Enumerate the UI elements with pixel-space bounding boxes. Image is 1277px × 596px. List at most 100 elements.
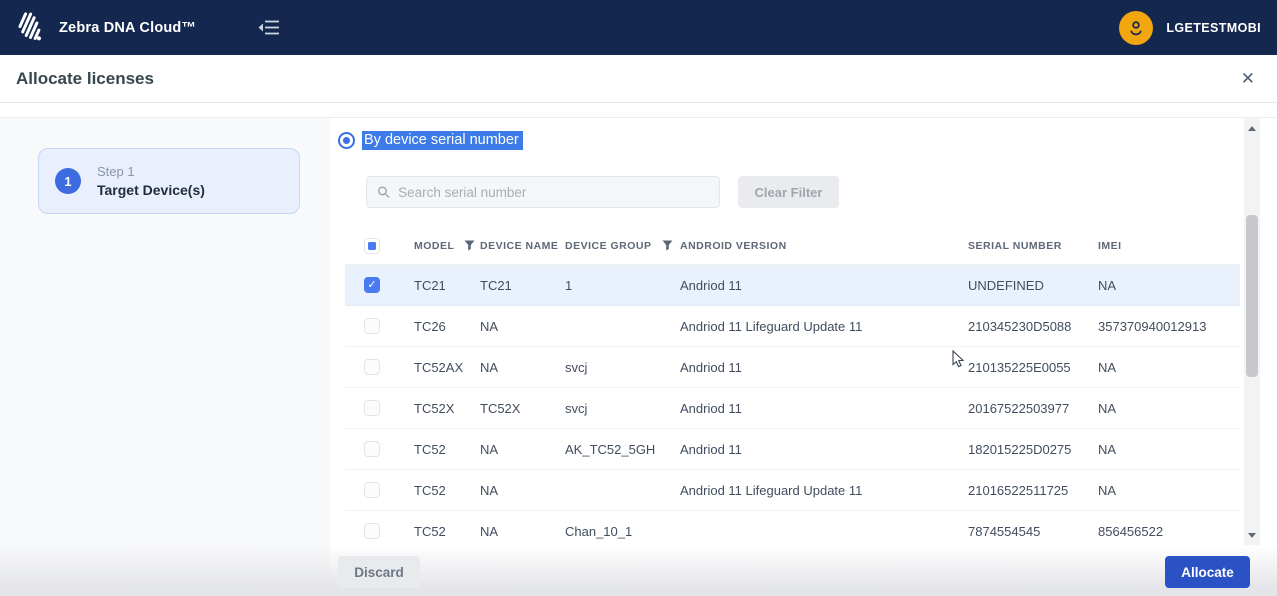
row-checkbox[interactable] <box>345 359 399 375</box>
cell-device-name: NA <box>480 441 499 457</box>
column-header-android-version: ANDROID VERSION <box>680 239 787 252</box>
cell-serial-number: 7874554545 <box>968 523 1041 539</box>
search-icon <box>378 186 390 198</box>
discard-button[interactable]: Discard <box>338 556 420 588</box>
wizard-step-1[interactable]: 1 Step 1 Target Device(s) <box>38 148 300 214</box>
page-title: Allocate licenses <box>16 68 154 88</box>
cell-device-group: 1 <box>565 277 573 293</box>
close-icon[interactable]: ✕ <box>1241 70 1255 87</box>
row-checkbox[interactable] <box>345 482 399 498</box>
cell-device-group: svcj <box>565 400 588 416</box>
row-checkbox-box[interactable] <box>364 400 380 416</box>
cell-imei: NA <box>1098 441 1117 457</box>
cell-device-group: AK_TC52_5GH <box>565 441 656 457</box>
row-checkbox[interactable] <box>345 400 399 416</box>
allocate-button[interactable]: Allocate <box>1165 556 1250 588</box>
cell-imei: NA <box>1098 400 1117 416</box>
device-group-filter-icon[interactable] <box>662 240 673 251</box>
serial-search-box[interactable] <box>366 176 720 208</box>
table-row[interactable]: TC52 NA Andriod 11 Lifeguard Update 11 2101… <box>345 470 1240 511</box>
cell-android-version: Andriod 11 Lifeguard Update 11 <box>680 318 863 334</box>
cell-imei: 856456522 <box>1098 523 1164 539</box>
cell-serial-number: 210345230D5088 <box>968 318 1072 334</box>
table-row[interactable]: TC52AX NA svcj Andriod 11 210135225E0055 NA <box>345 347 1240 388</box>
row-checkbox-box[interactable] <box>364 523 380 539</box>
column-header-serial-number: SERIAL NUMBER <box>968 239 1062 252</box>
cell-serial-number: UNDEFINED <box>968 277 1044 293</box>
cell-device-name: NA <box>480 318 499 334</box>
select-all-checkbox[interactable] <box>364 237 380 254</box>
row-checkbox[interactable] <box>345 441 399 457</box>
cell-model: TC52X <box>414 400 455 416</box>
modal-header: Allocate licenses ✕ <box>0 55 1277 103</box>
radio-label: By device serial number <box>362 131 523 150</box>
cell-model: TC52 <box>414 523 446 539</box>
cell-imei: 357370940012913 <box>1098 318 1207 334</box>
row-checkbox-box[interactable] <box>364 482 380 498</box>
column-header-device-group: DEVICE GROUP <box>565 239 652 252</box>
row-checkbox-box[interactable] <box>364 441 380 457</box>
cell-serial-number: 182015225D0275 <box>968 441 1072 457</box>
device-selection-panel: By device serial number Clear Filter MOD… <box>330 118 1244 545</box>
model-filter-icon[interactable] <box>464 240 475 251</box>
filter-mode-radio-row: By device serial number <box>338 131 523 150</box>
cell-android-version: Andriod 11 <box>680 441 742 457</box>
table-row[interactable]: TC52X TC52X svcj Andriod 11 20167522503977 NA <box>345 388 1240 429</box>
column-header-imei: IMEI <box>1098 239 1122 252</box>
cell-serial-number: 210135225E0055 <box>968 359 1071 375</box>
cell-model: TC52 <box>414 482 446 498</box>
step-title: Target Device(s) <box>97 182 205 198</box>
row-checkbox-box[interactable] <box>364 318 380 334</box>
table-row[interactable]: TC52 NA Chan_10_1 7874554545 856456522 <box>345 511 1240 545</box>
brand-title: Zebra DNA Cloud™ <box>59 19 197 36</box>
cell-device-name: NA <box>480 482 499 498</box>
cell-device-group: svcj <box>565 359 588 375</box>
wizard-sidebar: 1 Step 1 Target Device(s) <box>0 118 330 596</box>
person-icon <box>1130 20 1142 35</box>
cell-android-version: Andriod 11 <box>680 277 742 293</box>
radio-by-serial-number[interactable] <box>338 132 355 149</box>
cell-device-group: Chan_10_1 <box>565 523 633 539</box>
row-checkbox[interactable] <box>345 523 399 539</box>
cell-model: TC21 <box>414 277 446 293</box>
cell-device-name: NA <box>480 523 499 539</box>
search-input[interactable] <box>398 184 709 200</box>
cell-android-version: Andriod 11 Lifeguard Update 11 <box>680 482 863 498</box>
vertical-scrollbar[interactable] <box>1244 118 1260 545</box>
table-row[interactable]: ✓ TC21 TC21 1 Andriod 11 UNDEFINED NA <box>345 265 1240 306</box>
user-avatar[interactable] <box>1119 10 1154 45</box>
cell-device-name: NA <box>480 359 499 375</box>
row-checkbox-box[interactable]: ✓ <box>364 277 380 293</box>
cell-serial-number: 21016522511725 <box>968 482 1069 498</box>
menu-open-icon <box>258 20 280 35</box>
clear-filter-button[interactable]: Clear Filter <box>738 176 839 208</box>
modal-footer: Discard Allocate <box>0 545 1277 596</box>
cell-serial-number: 20167522503977 <box>968 400 1070 416</box>
row-checkbox-box[interactable] <box>364 359 380 375</box>
cell-model: TC26 <box>414 318 446 334</box>
cell-device-name: TC21 <box>480 277 512 293</box>
row-checkbox[interactable]: ✓ <box>345 277 399 293</box>
column-header-model: MODEL <box>414 239 455 252</box>
scrollbar-thumb[interactable] <box>1246 215 1258 377</box>
step-label: Step 1 <box>97 164 135 179</box>
scroll-down-arrow-icon[interactable] <box>1244 528 1260 542</box>
cell-imei: NA <box>1098 482 1117 498</box>
scroll-up-arrow-icon[interactable] <box>1244 121 1260 135</box>
table-header-row: MODEL DEVICE NAME DEVICE GROUP ANDROID V… <box>345 227 1240 265</box>
collapse-menu-button[interactable] <box>258 19 280 36</box>
table-row[interactable]: TC52 NA AK_TC52_5GH Andriod 11 182015225D027… <box>345 429 1240 470</box>
cell-android-version: Andriod 11 <box>680 359 742 375</box>
cell-imei: NA <box>1098 359 1117 375</box>
step-number-badge: 1 <box>55 168 81 194</box>
cell-model: TC52 <box>414 441 446 457</box>
zebra-logo-icon <box>18 11 42 40</box>
top-navbar: Zebra DNA Cloud™ LGETESTMOBI <box>0 0 1277 55</box>
username-label: LGETESTMOBI <box>1166 20 1261 35</box>
column-header-device-name: DEVICE NAME <box>480 239 559 252</box>
row-checkbox[interactable] <box>345 318 399 334</box>
cell-device-name: TC52X <box>480 400 521 416</box>
table-body: ✓ TC21 TC21 1 Andriod 11 UNDEFINED NA TC26 NA And… <box>345 265 1240 545</box>
cell-android-version: Andriod 11 <box>680 400 742 416</box>
table-row[interactable]: TC26 NA Andriod 11 Lifeguard Update 11 2103… <box>345 306 1240 347</box>
